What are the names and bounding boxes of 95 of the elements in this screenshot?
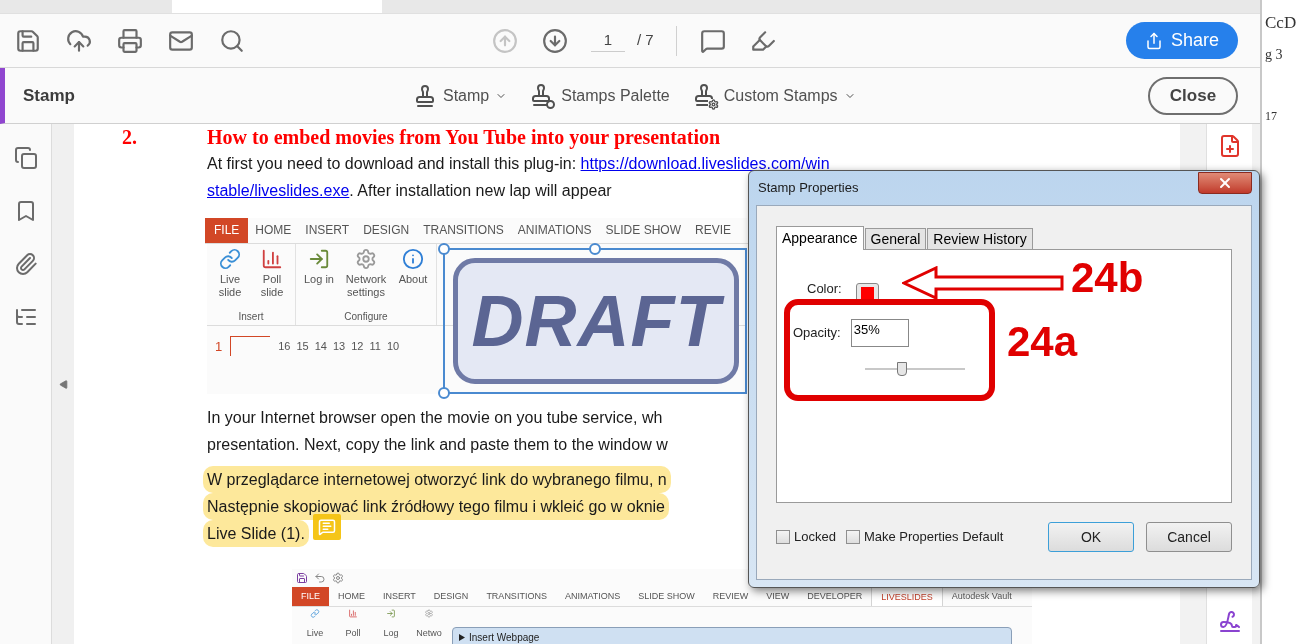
ribbon-tab-label: VIEW <box>765 590 791 603</box>
ribbon-tab-label: DESIGN <box>432 590 470 603</box>
share-button[interactable]: Share <box>1126 22 1238 59</box>
ruler-number: 11 <box>369 338 381 354</box>
play-icon <box>459 633 465 641</box>
share-icon <box>1144 31 1163 50</box>
ribbon-tab-label: REVIEW <box>711 590 750 603</box>
stamp-icon <box>413 83 437 108</box>
checkbox-label: Locked <box>794 528 836 547</box>
slide-thumbnail-frame <box>230 336 271 356</box>
ribbon-group-label: Configure <box>344 310 388 324</box>
word-ribbon-text: g 3 <box>1265 45 1284 64</box>
triangle-icon <box>58 379 68 389</box>
color-label: Color: <box>807 279 842 298</box>
ribbon-button-label: Network settings <box>344 273 388 299</box>
ruler-number: 13 <box>333 338 346 354</box>
section-heading: How to embed movies from You Tube into your presentation <box>207 126 721 148</box>
ribbon-tab-label: INSERT <box>382 590 417 603</box>
window-title: Insert Webpage <box>469 630 540 644</box>
ribbon-tab-label: HOME <box>254 222 293 239</box>
stamp-menu[interactable]: Custom Stamps <box>691 82 856 109</box>
ribbon-tab-label: SLIDE SHOW <box>637 590 696 603</box>
ruler-number: 10 <box>386 338 400 354</box>
highlighted-text: Live Slide (1). <box>203 520 309 547</box>
slide-number: 1 <box>215 337 223 356</box>
ribbon-tab-label: ANIMATIONS <box>516 222 593 239</box>
dialog-tab[interactable]: General <box>864 228 927 249</box>
ribbon-tab-label: DEVELOPER <box>806 590 864 603</box>
ribbon-tab-label: DESIGN <box>362 222 411 239</box>
resize-handle[interactable] <box>589 243 601 255</box>
ribbon-button-label: Live slide <box>217 273 243 299</box>
ruler-number: 14 <box>314 338 327 354</box>
word-ribbon-text: 17 <box>1265 107 1278 125</box>
resize-handle[interactable] <box>438 243 450 255</box>
highlighted-text: Następnie skopiować link źródłowy tego filmu i wkleić go w oknie <box>203 493 669 520</box>
annotation-label: 24a <box>1007 318 1078 366</box>
info-icon <box>402 248 424 270</box>
ribbon-group-label: Insert <box>238 310 264 324</box>
ruler-number: 12 <box>351 338 364 354</box>
door-arrow-icon <box>308 248 330 270</box>
chain-link-icon <box>219 248 241 270</box>
page-total: / 7 <box>637 30 654 51</box>
close-button[interactable] <box>1198 172 1252 194</box>
ribbon-button-label: About <box>398 273 428 286</box>
annotation-label: 24b <box>1071 254 1144 302</box>
heading-number: 2. <box>122 126 138 148</box>
link[interactable]: stable/liveslides.exe <box>207 182 350 199</box>
ribbon-button-label: Netwo <box>416 627 442 640</box>
link[interactable]: https://download.liveslides.com/win <box>580 155 830 172</box>
ribbon-tab-label: HOME <box>337 590 366 603</box>
close-button[interactable]: Close <box>1148 76 1238 115</box>
checkbox-label: Make Properties Default <box>863 528 1004 547</box>
paragraph: In your Internet browser open the movie on you tube service, wh presentation. Next, copy the link and paste them to the window w <box>207 408 669 455</box>
stamp-menu[interactable]: Stamps Palette <box>529 82 670 109</box>
bar-chart-icon <box>261 248 283 270</box>
dialog-button[interactable]: OK <box>1048 522 1134 552</box>
page-number-field[interactable]: 1 <box>591 28 625 53</box>
collapse-handle[interactable] <box>58 377 68 391</box>
ribbon-tab-label: Autodesk Vault <box>950 590 1013 603</box>
ribbon-tab-label: TRANSITIONS <box>422 222 505 239</box>
opacity-slider[interactable] <box>865 362 965 376</box>
checkbox[interactable] <box>845 530 860 544</box>
ribbon-button-label: Live <box>306 627 324 640</box>
checkbox[interactable] <box>776 530 790 544</box>
undo-icon <box>314 572 326 584</box>
close-icon <box>1217 175 1233 191</box>
stamp-menu[interactable]: Stamp <box>413 83 508 108</box>
ribbon-tab-label: INSERT <box>304 222 351 239</box>
highlighted-text: W przeglądarce internetowej otworzyć link do wybranego filmu, n <box>203 466 671 493</box>
ruler-number: 15 <box>296 338 309 354</box>
ribbon-tab-label: SLIDE SHOW <box>604 222 682 239</box>
dialog-tab[interactable]: Review History <box>927 228 1033 249</box>
down-arrow-circle-icon[interactable] <box>541 26 569 55</box>
stamp-palette-icon <box>529 82 556 109</box>
dialog-button[interactable]: Cancel <box>1146 522 1232 552</box>
ribbon-tab-label: TRANSITIONS <box>485 590 548 603</box>
save-icon <box>296 572 308 584</box>
ribbon-button-label: Log in <box>304 273 334 286</box>
resize-handle[interactable] <box>438 387 450 399</box>
settings-icon <box>355 248 377 270</box>
settings-icon <box>332 572 344 584</box>
word-ribbon-text: CcD <box>1265 12 1298 34</box>
ruler-number: 16 <box>278 338 291 354</box>
ribbon-tab-label: ANIMATIONS <box>563 590 622 603</box>
ribbon-tab-label: REVIE <box>693 222 732 239</box>
ribbon-button-label: Poll <box>345 627 361 640</box>
opacity-label: Opacity: <box>793 324 841 343</box>
dialog-tab[interactable]: Appearance <box>776 226 864 250</box>
opacity-field[interactable]: 35% <box>850 319 909 347</box>
dialog-title: Stamp Properties <box>758 179 859 198</box>
draft-stamp: DRAFT <box>453 258 739 384</box>
ribbon-button-label: Poll slide <box>259 273 285 299</box>
print-icon[interactable] <box>116 26 144 55</box>
ribbon-button-label: Log <box>383 627 399 640</box>
stamp-bar-title: Stamp <box>23 84 76 107</box>
